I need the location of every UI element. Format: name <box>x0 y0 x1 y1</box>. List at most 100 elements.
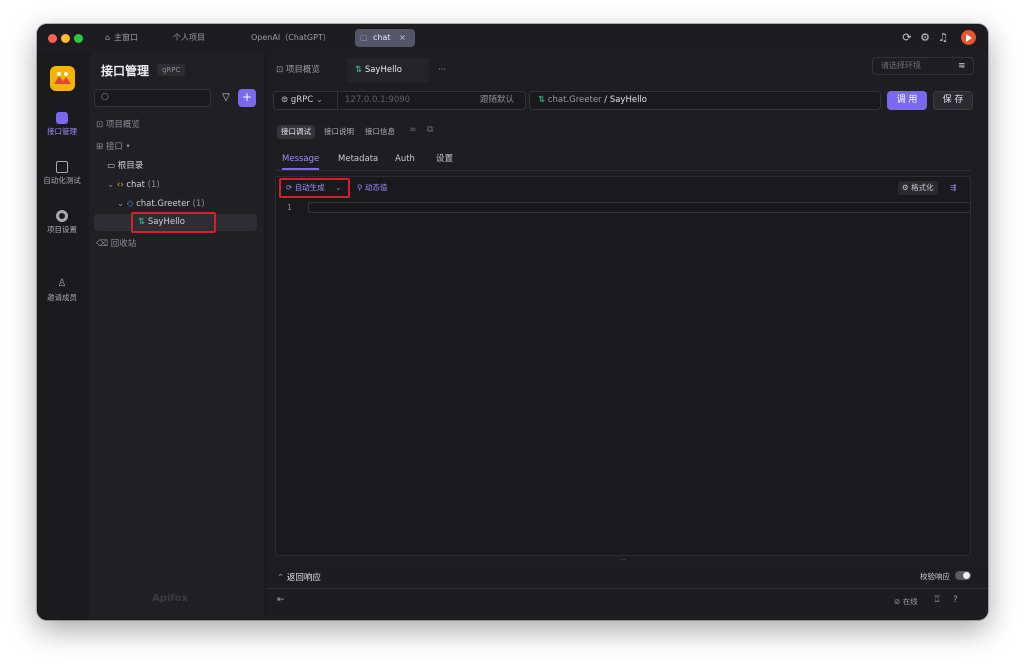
sidebar <box>89 52 264 618</box>
copy-icon[interactable]: ⧉ <box>427 125 433 135</box>
tree-item-root[interactable]: ▭ 根目录 <box>107 158 143 174</box>
tree-item-suffix: • <box>125 142 131 152</box>
grpc-method-icon: ⇅ <box>538 95 546 105</box>
filter-icon: ▽ <box>222 92 230 103</box>
close-tab-icon[interactable]: × <box>399 33 406 42</box>
project-icon: ▢ <box>360 33 368 42</box>
tree-item-label: 回收站 <box>110 239 137 249</box>
tree-item-label: 根目录 <box>117 161 144 171</box>
rail-item-label: 邀请成员 <box>47 293 77 302</box>
chevron-up-icon: ⌃ <box>277 573 285 583</box>
grpc-method-icon: ⇅ <box>355 65 363 75</box>
bell-icon[interactable]: ♫ <box>936 31 950 45</box>
window-tab-personal[interactable]: 个人项目 <box>173 29 205 47</box>
subtab-info[interactable]: 接口信息 <box>361 125 399 139</box>
tree-item-greeter[interactable]: ⌄ ◇ chat.Greeter (1) <box>117 196 205 212</box>
window-tab-chat[interactable]: ▢ chat × <box>355 29 415 47</box>
subtab-docs[interactable]: 接口说明 <box>320 125 358 139</box>
rail-item-settings[interactable]: 项目设置 <box>37 210 87 235</box>
close-window-button[interactable] <box>48 34 57 43</box>
protocol-badge: gRPC <box>157 64 186 76</box>
rail-item-invite[interactable]: ♙ 邀请成员 <box>37 278 87 303</box>
tab-overview[interactable]: ⊡ 项目概览 <box>276 58 320 82</box>
tab-metadata[interactable]: Metadata <box>338 148 378 170</box>
window-tab-home[interactable]: ⌂ 主窗口 <box>105 29 138 47</box>
tab-sayhello[interactable]: ⇅ SayHello <box>347 58 429 82</box>
method-path-field[interactable]: ⇅ chat.Greeter / SayHello <box>529 91 881 110</box>
format-icon: ⚙ <box>902 183 909 192</box>
footer-divider <box>266 588 988 589</box>
link-icon[interactable]: ∞ <box>409 125 417 135</box>
tab-message[interactable]: Message <box>282 148 320 170</box>
shirt-icon[interactable]: ♖ <box>933 595 941 605</box>
response-toggle[interactable]: ⌃ 返回响应 <box>277 571 321 583</box>
plus-icon: + <box>241 90 253 104</box>
tab-settings[interactable]: 设置 <box>436 148 453 170</box>
avatar[interactable] <box>961 30 976 45</box>
format-button[interactable]: ⚙ 格式化 <box>898 181 938 195</box>
rail-item-label: 自动化测试 <box>43 176 81 185</box>
search-input[interactable]: ○ <box>94 89 211 107</box>
protocol-label: gRPC <box>290 95 314 105</box>
dynamic-value-button[interactable]: ⚲ 动态值 <box>357 181 387 195</box>
filter-button[interactable]: ▽ <box>217 89 235 107</box>
window-tab-openai[interactable]: OpenAI（ChatGPT） <box>251 29 331 47</box>
help-icon[interactable]: ? <box>953 595 958 605</box>
interface-icon: ◇ <box>126 199 134 209</box>
divider <box>337 92 338 109</box>
automation-icon <box>56 161 68 173</box>
line-number: 1 <box>287 203 293 212</box>
path-method: SayHello <box>609 95 648 105</box>
address-input[interactable]: 127.0.0.1:9090 <box>345 92 410 109</box>
message-editor[interactable] <box>275 176 971 556</box>
menu-icon[interactable]: ≡ <box>958 61 968 71</box>
resize-handle[interactable]: ··· <box>619 556 626 564</box>
format-label: 格式化 <box>911 183 934 192</box>
left-rail <box>37 52 87 620</box>
tree-item-count: (1) <box>192 199 205 209</box>
method-path: ⇅ chat.Greeter / SayHello <box>538 92 647 109</box>
response-bar <box>266 565 988 619</box>
tree-item-sayhello[interactable]: ⇅ SayHello <box>138 214 185 230</box>
minimize-window-button[interactable] <box>61 34 70 43</box>
tree-item-overview[interactable]: ⊡ 项目概览 <box>96 117 140 133</box>
window-tab-label: 个人项目 <box>173 33 205 42</box>
folder-icon: ▭ <box>107 161 116 171</box>
refresh-icon[interactable]: ⟳ <box>900 31 914 45</box>
add-button[interactable]: + <box>238 89 256 107</box>
overview-icon: ⊡ <box>276 65 284 75</box>
chevron-down-icon: ⌄ <box>315 95 324 105</box>
rail-item-api[interactable]: 接口管理 <box>37 112 87 137</box>
gear-icon[interactable]: ⚙ <box>918 31 932 45</box>
rail-item-automation[interactable]: 自动化测试 <box>37 161 87 186</box>
tab-auth[interactable]: Auth <box>395 148 415 170</box>
tree-item-trash[interactable]: ⌫ 回收站 <box>96 236 136 252</box>
window-tab-label: OpenAI（ChatGPT） <box>251 33 331 42</box>
save-button[interactable]: 保 存 <box>933 91 973 110</box>
more-tabs-button[interactable]: ··· <box>438 58 446 82</box>
tree-item-label: 项目概览 <box>105 120 140 130</box>
tree-item-label: chat.Greeter <box>136 199 190 209</box>
tree-item-interfaces[interactable]: ⊞ 接口 • <box>96 139 131 155</box>
follow-default-label[interactable]: 跟随默认 <box>480 92 514 109</box>
settings-icon <box>56 210 68 222</box>
protocol-select[interactable]: ⊜ gRPC ⌄ <box>281 92 323 109</box>
subtab-debug[interactable]: 接口调试 <box>277 125 315 139</box>
app-window: ⌂ 主窗口 个人项目 OpenAI（ChatGPT） ▢ chat × ⟳ ⚙ ♫… <box>37 24 988 620</box>
collapse-sidebar-icon[interactable]: ⇤ <box>277 595 285 605</box>
editor-current-line[interactable] <box>308 202 971 213</box>
path-separator: / <box>601 95 610 105</box>
trash-icon: ⌫ <box>96 239 109 249</box>
window-tab-label: 主窗口 <box>114 33 138 42</box>
response-label: 返回响应 <box>286 573 321 583</box>
call-button[interactable]: 调 用 <box>887 91 927 110</box>
online-status[interactable]: ⊘ 在线 <box>894 596 918 607</box>
rail-item-label: 项目设置 <box>47 225 77 234</box>
service-icon: ‹› <box>116 180 124 190</box>
tab-divider <box>275 170 971 171</box>
validate-toggle[interactable] <box>955 571 971 580</box>
tree-item-count: (1) <box>147 180 160 190</box>
wrap-icon[interactable]: ⇶ <box>950 181 956 195</box>
maximize-window-button[interactable] <box>74 34 83 43</box>
tree-item-chat[interactable]: ⌄ ‹› chat (1) <box>107 177 160 193</box>
